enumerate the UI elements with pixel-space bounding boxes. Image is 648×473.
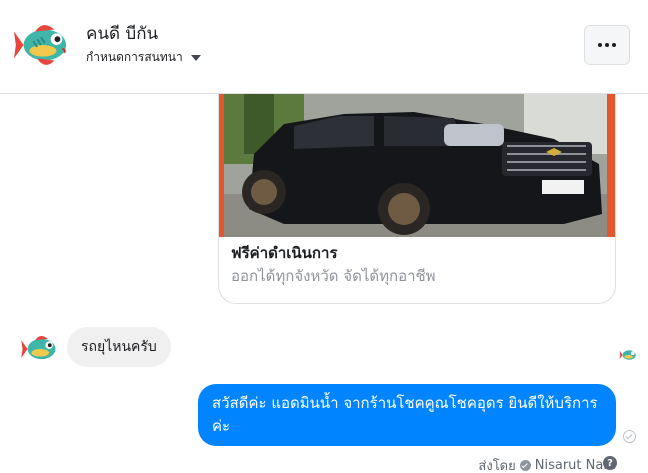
seen-by-avatar-icon	[619, 350, 636, 360]
conversation-header: คนดี บีกัน กำหนดการสนทนา	[0, 0, 648, 94]
verified-check-icon	[519, 460, 531, 471]
more-dot	[612, 43, 616, 47]
card-title: ฟรีค่าดำเนินการ	[231, 244, 338, 262]
fish-avatar-icon[interactable]	[12, 16, 70, 74]
more-dots-icon	[598, 43, 602, 47]
help-icon[interactable]: ?	[603, 456, 617, 470]
sender-avatar-icon[interactable]	[20, 330, 58, 368]
card-image-frame	[219, 94, 615, 237]
sent-by-row: ส่งโดย Nisarut Nam	[478, 455, 616, 473]
more-options-button[interactable]	[584, 25, 630, 65]
contact-name: คนดี บีกัน	[86, 24, 159, 44]
pickup-truck-photo	[224, 94, 607, 237]
caret-down-icon	[190, 54, 201, 61]
incoming-message[interactable]: รถยุไหนครับ	[67, 327, 171, 367]
more-dot	[605, 43, 609, 47]
card-description: ออกได้ทุกจังหวัด จัดได้ทุกอาชีพ	[231, 267, 436, 285]
sent-by-label: ส่งโดย	[478, 459, 516, 473]
promo-card[interactable]: ฟรีค่าดำเนินการ ออกได้ทุกจังหวัด จัดได้ท…	[218, 94, 616, 304]
delivered-check-icon	[623, 430, 636, 443]
outgoing-message[interactable]: สวัสดีค่ะ แอดมินน้ำ จากร้านโชคคูณโชคอุดร…	[198, 384, 616, 446]
schedule-label: กำหนดการสนทนา	[86, 50, 183, 64]
schedule-dropdown[interactable]: กำหนดการสนทนา	[86, 48, 201, 67]
